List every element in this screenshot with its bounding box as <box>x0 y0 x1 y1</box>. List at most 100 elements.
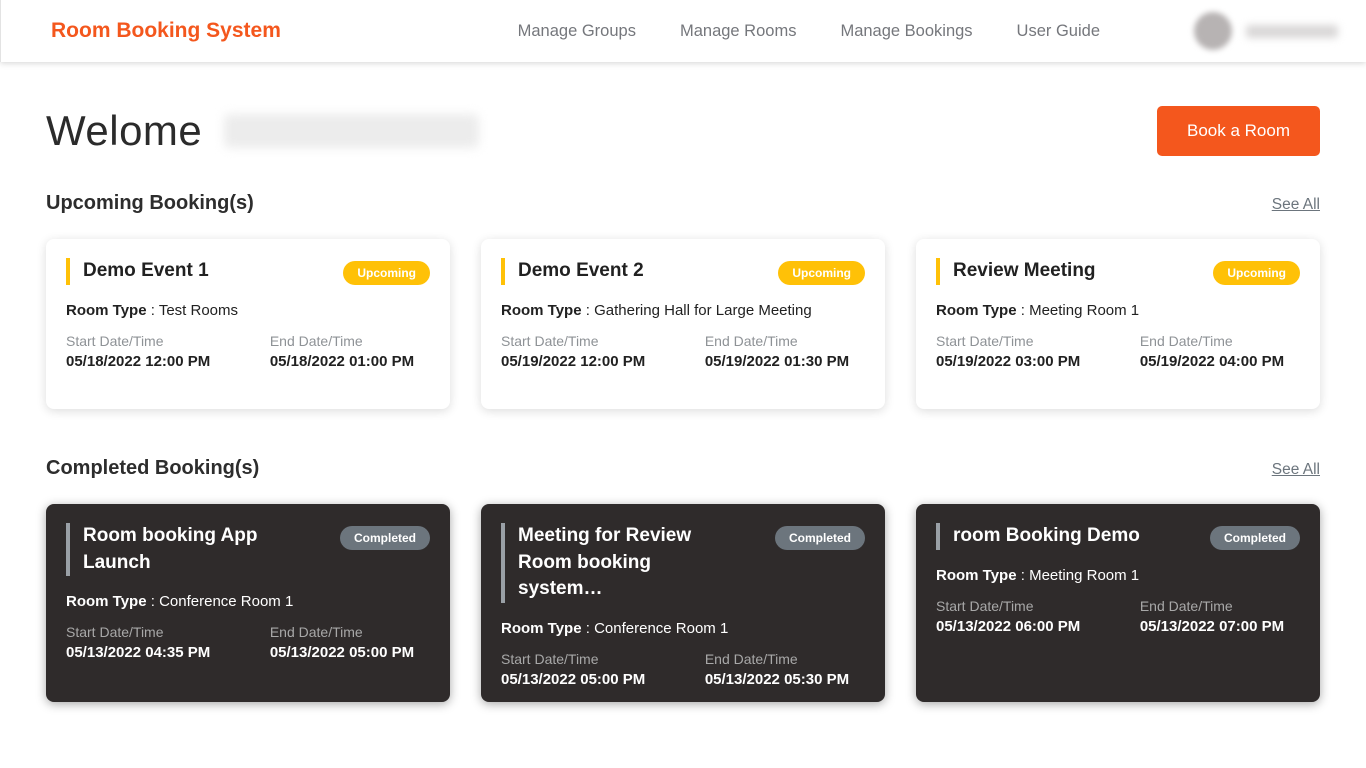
end-date-value: 05/13/2022 07:00 PM <box>1139 618 1285 635</box>
end-date-value: 05/18/2022 01:00 PM <box>269 353 415 370</box>
dates-row: Start Date/Time 05/19/2022 03:00 PM End … <box>936 333 1300 370</box>
start-date-label: Start Date/Time <box>501 650 599 667</box>
booking-title: Review Meeting <box>936 258 1096 285</box>
status-badge: Upcoming <box>778 261 865 285</box>
start-date-value: 05/19/2022 03:00 PM <box>936 353 1081 370</box>
end-date-block: End Date/Time 05/19/2022 01:30 PM <box>705 333 865 370</box>
booking-card: Room booking App Launch Completed Room T… <box>46 504 450 702</box>
room-type-label: Room Type <box>501 619 582 637</box>
room-type-value: Conference Room 1 <box>594 619 729 637</box>
card-head: Demo Event 2 Upcoming <box>501 258 865 285</box>
room-type-label: Room Type <box>66 593 147 611</box>
room-type-label: Room Type <box>66 302 147 319</box>
room-type-label: Room Type <box>936 567 1017 584</box>
start-date-value: 05/13/2022 04:35 PM <box>66 644 211 662</box>
completed-cards-row: Room booking App Launch Completed Room T… <box>46 504 1320 702</box>
card-head: Room booking App Launch Completed <box>66 523 430 577</box>
booking-title: room Booking Demo <box>936 523 1140 550</box>
card-head: Meeting for Review Room booking system… … <box>501 523 865 603</box>
room-type-value: Test Rooms <box>158 302 239 319</box>
booking-card: Demo Event 1 Upcoming Room Type : Test R… <box>46 239 450 409</box>
room-type-separator: : <box>150 593 155 611</box>
end-date-label: End Date/Time <box>1139 598 1233 614</box>
room-type-separator: : <box>1020 302 1025 319</box>
start-date-block: Start Date/Time 05/18/2022 12:00 PM <box>66 333 270 370</box>
start-date-label: Start Date/Time <box>66 624 164 641</box>
completed-see-all-link[interactable]: See All <box>1272 461 1320 479</box>
dates-row: Start Date/Time 05/18/2022 12:00 PM End … <box>66 333 430 370</box>
booking-title: Demo Event 2 <box>501 258 644 285</box>
dates-row: Start Date/Time 05/13/2022 05:00 PM End … <box>501 651 865 688</box>
end-date-label: End Date/Time <box>1139 333 1233 349</box>
completed-section-title: Completed Booking(s) <box>46 457 260 479</box>
nav-manage-groups[interactable]: Manage Groups <box>518 22 636 41</box>
upcoming-section-title: Upcoming Booking(s) <box>46 192 254 214</box>
status-badge: Upcoming <box>343 261 430 285</box>
card-head: Demo Event 1 Upcoming <box>66 258 430 285</box>
room-type-label: Room Type <box>936 302 1017 319</box>
avatar[interactable] <box>1194 12 1232 50</box>
status-badge: Completed <box>1209 526 1300 550</box>
completed-section-header: Completed Booking(s) See All <box>46 457 1320 480</box>
status-badge: Completed <box>774 526 865 550</box>
end-date-block: End Date/Time 05/18/2022 01:00 PM <box>270 333 430 370</box>
room-type-separator: : <box>585 302 590 319</box>
room-type-label: Room Type <box>501 302 582 319</box>
end-date-block: End Date/Time 05/19/2022 04:00 PM <box>1140 333 1300 370</box>
room-type-line: Room Type : Test Rooms <box>66 302 430 319</box>
start-date-value: 05/19/2022 12:00 PM <box>501 353 646 370</box>
room-type-value: Meeting Room 1 <box>1029 302 1140 319</box>
booking-card: Review Meeting Upcoming Room Type : Meet… <box>916 239 1320 409</box>
room-type-separator: : <box>1020 567 1025 584</box>
room-type-value: Meeting Room 1 <box>1029 567 1140 584</box>
booking-title: Room booking App Launch <box>66 523 295 577</box>
end-date-value: 05/19/2022 01:30 PM <box>704 353 850 370</box>
book-a-room-button[interactable]: Book a Room <box>1157 106 1320 156</box>
end-date-value: 05/19/2022 04:00 PM <box>1139 353 1285 370</box>
start-date-block: Start Date/Time 05/13/2022 06:00 PM <box>936 598 1140 635</box>
brand-logo[interactable]: Room Booking System <box>51 19 281 43</box>
room-type-value: Conference Room 1 <box>159 593 294 611</box>
room-type-separator: : <box>150 302 155 319</box>
end-date-label: End Date/Time <box>269 624 363 641</box>
nav-user-guide[interactable]: User Guide <box>1017 22 1100 41</box>
nav-manage-bookings[interactable]: Manage Bookings <box>840 22 972 41</box>
end-date-value: 05/13/2022 05:30 PM <box>704 670 850 688</box>
end-date-block: End Date/Time 05/13/2022 07:00 PM <box>1140 598 1300 635</box>
start-date-block: Start Date/Time 05/19/2022 12:00 PM <box>501 333 705 370</box>
status-badge: Upcoming <box>1213 261 1300 285</box>
welcome-greeting: Welome <box>46 107 203 154</box>
start-date-label: Start Date/Time <box>936 333 1034 349</box>
start-date-label: Start Date/Time <box>66 333 164 349</box>
room-type-value: Gathering Hall for Large Meeting <box>594 302 812 319</box>
card-head: room Booking Demo Completed <box>936 523 1300 550</box>
room-type-separator: : <box>585 619 590 637</box>
end-date-label: End Date/Time <box>704 650 798 667</box>
main-content: Welome Book a Room Upcoming Booking(s) S… <box>0 106 1366 702</box>
welcome-heading: Welome <box>46 107 480 155</box>
booking-card: Meeting for Review Room booking system… … <box>481 504 885 702</box>
user-name-redacted <box>1246 24 1338 38</box>
dates-row: Start Date/Time 05/13/2022 06:00 PM End … <box>936 598 1300 635</box>
end-date-label: End Date/Time <box>704 333 798 349</box>
end-date-block: End Date/Time 05/13/2022 05:00 PM <box>270 624 430 661</box>
room-type-line: Room Type : Meeting Room 1 <box>936 302 1300 319</box>
main-nav: Manage Groups Manage Rooms Manage Bookin… <box>518 12 1338 50</box>
room-type-line: Room Type : Conference Room 1 <box>66 593 430 610</box>
booking-title: Meeting for Review Room booking system… <box>501 523 730 603</box>
upcoming-see-all-link[interactable]: See All <box>1272 196 1320 214</box>
end-date-value: 05/13/2022 05:00 PM <box>269 644 415 662</box>
room-type-line: Room Type : Conference Room 1 <box>501 620 865 637</box>
start-date-block: Start Date/Time 05/13/2022 05:00 PM <box>501 651 705 688</box>
app-header: Room Booking System Manage Groups Manage… <box>0 0 1366 62</box>
start-date-value: 05/13/2022 05:00 PM <box>501 670 646 688</box>
room-type-line: Room Type : Meeting Room 1 <box>936 567 1300 584</box>
room-type-line: Room Type : Gathering Hall for Large Mee… <box>501 302 865 319</box>
nav-manage-rooms[interactable]: Manage Rooms <box>680 22 796 41</box>
user-menu[interactable] <box>1194 12 1338 50</box>
booking-title: Demo Event 1 <box>66 258 209 285</box>
dates-row: Start Date/Time 05/19/2022 12:00 PM End … <box>501 333 865 370</box>
booking-card: room Booking Demo Completed Room Type : … <box>916 504 1320 702</box>
booking-card: Demo Event 2 Upcoming Room Type : Gather… <box>481 239 885 409</box>
start-date-block: Start Date/Time 05/19/2022 03:00 PM <box>936 333 1140 370</box>
